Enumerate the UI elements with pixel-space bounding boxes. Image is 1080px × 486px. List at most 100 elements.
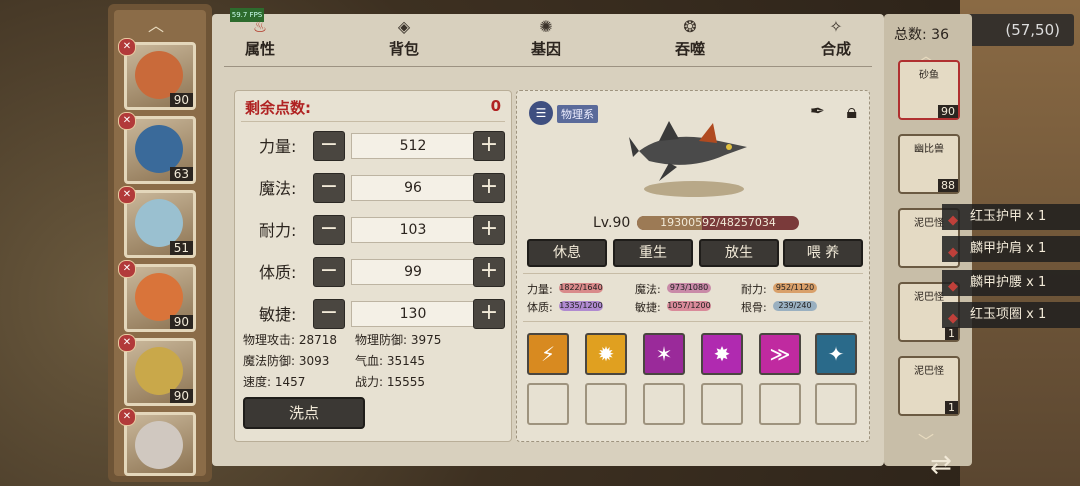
remaining-points-label: 剩余点数: — [245, 99, 311, 117]
minus-button[interactable]: − — [313, 299, 345, 329]
devour-icon: ❂ — [683, 17, 697, 36]
empty-skill-slot[interactable] — [701, 383, 743, 425]
growth-stat-label: 敏捷: — [635, 301, 661, 314]
stat-row-magic: 魔法: − 96 + — [235, 171, 511, 203]
roster-name: 砂鱼 — [919, 70, 939, 81]
tab-label: 背包 — [388, 40, 419, 58]
minus-button[interactable]: − — [313, 173, 345, 203]
plus-button[interactable]: + — [473, 299, 505, 329]
tab-divider — [224, 66, 872, 67]
growth-stat-value: 1057/1200 — [667, 301, 711, 311]
plus-button[interactable]: + — [473, 215, 505, 245]
portrait-face — [135, 125, 183, 173]
lock-badge-icon: ✕ — [118, 112, 136, 130]
derived-stat: 物理防御: 3975 — [355, 333, 442, 347]
growth-stat-value: 1335/1200 — [559, 301, 603, 311]
divider — [241, 121, 505, 122]
derived-stat: 气血: 35145 — [355, 354, 426, 368]
release-button[interactable]: 放生 — [699, 239, 779, 267]
total-count: 总数: 36 — [894, 27, 949, 43]
roster-level: 1 — [945, 401, 958, 414]
feed-button[interactable]: 喂 养 — [783, 239, 863, 267]
growth-stat-label: 体质: — [527, 301, 553, 314]
roster-card[interactable]: 砂鱼 90 — [898, 60, 960, 120]
equipment-label: 麟甲护肩 x 1 — [970, 241, 1047, 256]
portrait-face — [135, 347, 183, 395]
roster-card[interactable]: 幽比兽 88 — [898, 134, 960, 194]
derived-stat: 速度: 1457 — [243, 375, 306, 389]
stat-row-agility: 敏捷: − 130 + — [235, 297, 511, 329]
roster-level: 88 — [938, 179, 958, 192]
stat-row-endurance: 耐力: − 103 + — [235, 213, 511, 245]
empty-skill-slot[interactable] — [759, 383, 801, 425]
equipment-label: 红玉护甲 x 1 — [970, 209, 1047, 224]
equipment-label: 麟甲护腰 x 1 — [970, 275, 1047, 290]
empty-skill-slot[interactable] — [585, 383, 627, 425]
empty-skill-slot[interactable] — [527, 383, 569, 425]
skill-slot-shard-icon[interactable]: ✦ — [815, 333, 857, 375]
empty-skill-slot[interactable] — [815, 383, 857, 425]
minus-button[interactable]: − — [313, 215, 345, 245]
stat-name: 体质: — [259, 263, 297, 282]
stat-name: 力量: — [259, 137, 297, 156]
equipment-item[interactable]: ◆ 麟甲护腰 x 1 — [942, 270, 1080, 296]
equipment-item[interactable]: ◆ 麟甲护肩 x 1 — [942, 236, 1080, 262]
skill-slot-strike-icon[interactable]: ≫ — [759, 333, 801, 375]
plus-button[interactable]: + — [473, 131, 505, 161]
attribute-box: 剩余点数: 0 力量: − 512 + 魔法: − 96 + 耐力: − 103… — [234, 90, 512, 442]
stat-row-strength: 力量: − 512 + — [235, 129, 511, 161]
empty-skill-slot[interactable] — [643, 383, 685, 425]
creature-level: Lv.90 — [593, 215, 631, 231]
equipment-item[interactable]: ◆ 红玉护甲 x 1 — [942, 204, 1080, 230]
stat-value: 99 — [351, 259, 475, 285]
lock-icon[interactable]: 🔒︎ — [846, 99, 857, 123]
equipment-item[interactable]: ◆ 红玉项圈 x 1 — [942, 302, 1080, 328]
quill-icon[interactable]: ✒ — [810, 101, 825, 122]
portrait-face — [135, 199, 183, 247]
tab-bag[interactable]: ◈ 背包 — [364, 16, 444, 64]
portrait-level: 90 — [169, 315, 193, 329]
chevron-up-icon[interactable]: ︿ — [148, 12, 164, 36]
rest-button[interactable]: 休息 — [527, 239, 607, 267]
skill-slot-sun-icon[interactable]: ✹ — [585, 333, 627, 375]
tab-label: 基因 — [530, 40, 561, 58]
tab-merge[interactable]: ✧ 合成 — [796, 16, 876, 64]
left-pet-rail: ︿ 90 ✕ 63 ✕ 51 ✕ 90 ✕ 90 ✕ ✕ — [108, 4, 212, 482]
portrait-level: 90 — [169, 389, 193, 403]
skill-slot-claw-icon[interactable]: ⚡ — [527, 333, 569, 375]
minus-button[interactable]: − — [313, 131, 345, 161]
growth-stat-label: 根骨: — [741, 301, 767, 314]
portrait-face — [135, 273, 183, 321]
bag-icon: ◈ — [397, 17, 411, 36]
skill-slot-burst-icon[interactable]: ✸ — [701, 333, 743, 375]
list-icon[interactable]: ☰ — [529, 101, 553, 125]
rebirth-button[interactable]: 重生 — [613, 239, 693, 267]
minus-button[interactable]: − — [313, 257, 345, 287]
plus-button[interactable]: + — [473, 173, 505, 203]
merge-icon: ✧ — [829, 17, 843, 36]
stat-name: 敏捷: — [259, 305, 297, 324]
swap-icon[interactable]: ⇄ — [930, 450, 952, 480]
tab-attributes[interactable]: ♨ 属性 — [220, 16, 300, 64]
belt-icon: ◆ — [948, 279, 958, 294]
tab-bar: ♨ 属性 ◈ 背包 ✺ 基因 ❂ 吞噬 ✧ 合成 — [212, 14, 884, 66]
tab-devour[interactable]: ❂ 吞噬 — [650, 16, 730, 64]
chevron-down-icon[interactable]: ﹀ — [918, 428, 934, 452]
plus-button[interactable]: + — [473, 257, 505, 287]
divider — [523, 321, 863, 322]
stat-value: 96 — [351, 175, 475, 201]
creature-sprite — [629, 121, 747, 197]
flame-icon: ♨ — [252, 17, 268, 36]
portrait-level: 90 — [169, 93, 193, 107]
stat-value: 130 — [351, 301, 475, 327]
growth-stat-value: 952/1120 — [773, 283, 817, 293]
growth-stat-value: 1822/1640 — [559, 283, 603, 293]
roster-card[interactable]: 泥巴怪 1 — [898, 356, 960, 416]
portrait-face — [135, 51, 183, 99]
skill-slot-slash-icon[interactable]: ✶ — [643, 333, 685, 375]
hp-text: 19300592/48257034 — [660, 216, 776, 229]
tab-gene[interactable]: ✺ 基因 — [506, 16, 586, 64]
reset-points-button[interactable]: 洗点 — [243, 397, 365, 429]
stat-value: 103 — [351, 217, 475, 243]
portrait-face — [135, 421, 183, 469]
